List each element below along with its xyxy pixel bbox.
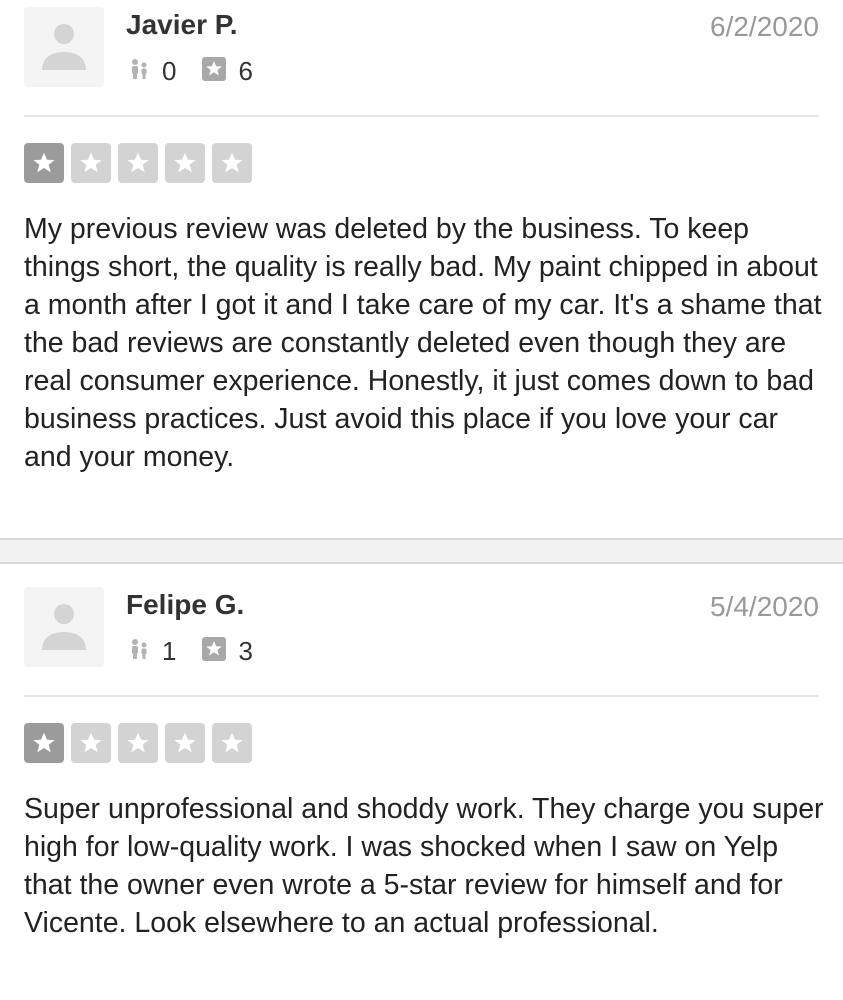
friends-icon [128, 638, 150, 665]
star-icon [165, 723, 205, 763]
header-divider [24, 115, 819, 117]
review-text: My previous review was deleted by the bu… [24, 213, 822, 473]
review-item: Felipe G. 5/4/2020 1 3 Super unprofessio… [0, 580, 843, 939]
review-text: Super unprofessional and shoddy work. Th… [24, 793, 824, 939]
star-icon [118, 723, 158, 763]
star-rating [24, 723, 259, 763]
review-date: 6/2/2020 [710, 11, 819, 42]
reviews-count: 6 [238, 56, 253, 86]
reviews-count: 3 [238, 636, 253, 666]
star-rating [24, 143, 259, 183]
review-separator [0, 538, 843, 564]
user-avatar-icon[interactable] [24, 7, 104, 87]
star-icon [212, 143, 252, 183]
friends-count: 1 [162, 636, 177, 666]
friends-stat: 1 [128, 636, 176, 666]
star-icon [118, 143, 158, 183]
star-icon [24, 143, 64, 183]
header-divider [24, 695, 819, 697]
reviews-stat: 3 [202, 636, 253, 666]
user-avatar-icon[interactable] [24, 587, 104, 667]
friends-stat: 0 [128, 56, 176, 86]
star-icon [71, 143, 111, 183]
user-stats: 0 6 [128, 56, 279, 86]
star-icon [24, 723, 64, 763]
user-name[interactable]: Javier P. [126, 8, 238, 42]
reviews-stat: 6 [202, 56, 253, 86]
friends-count: 0 [162, 56, 177, 86]
star-icon [165, 143, 205, 183]
review-header: Javier P. 6/2/2020 0 6 [0, 0, 843, 116]
star-icon [212, 723, 252, 763]
friends-icon [128, 58, 150, 85]
review-star-icon [202, 636, 227, 666]
review-date: 5/4/2020 [710, 591, 819, 622]
user-stats: 1 3 [128, 636, 279, 666]
review-star-icon [202, 56, 227, 86]
review-item: Javier P. 6/2/2020 0 6 My previous revie… [0, 0, 843, 473]
review-header: Felipe G. 5/4/2020 1 3 [0, 580, 843, 696]
star-icon [71, 723, 111, 763]
user-name[interactable]: Felipe G. [126, 588, 244, 622]
